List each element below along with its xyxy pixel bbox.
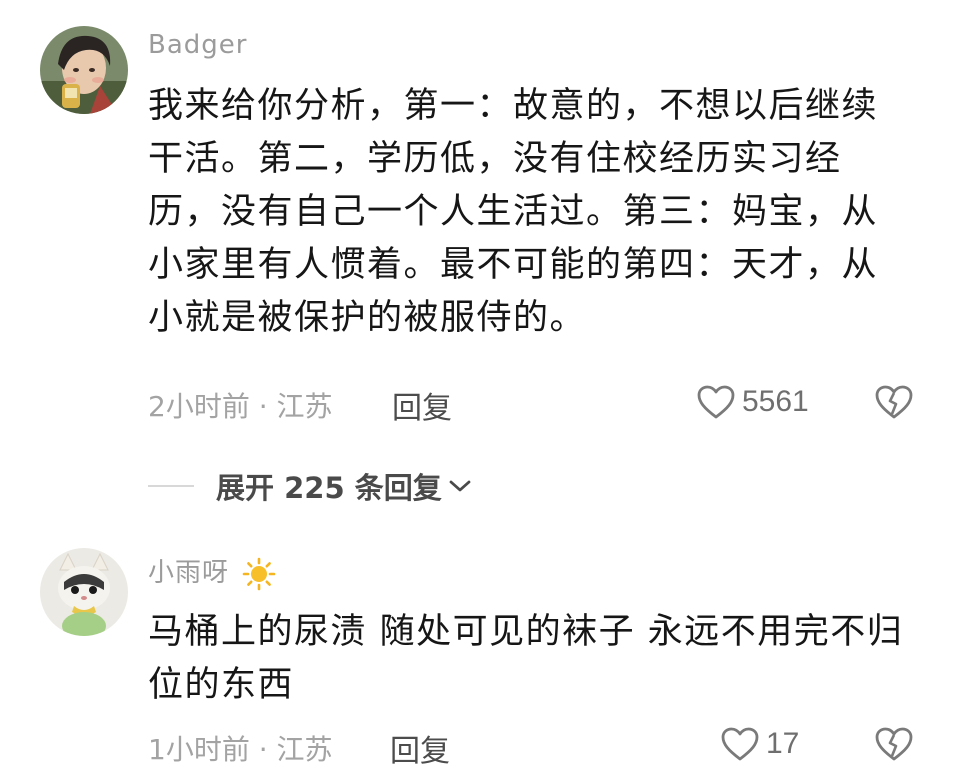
sun-icon <box>242 557 276 590</box>
username[interactable]: Badger <box>148 30 247 60</box>
username-text: 小雨呀 <box>148 558 230 588</box>
expand-replies-label: 展开 225 条回复 <box>216 471 442 505</box>
chevron-down-icon <box>449 480 471 492</box>
like-button[interactable]: 17 <box>720 722 799 766</box>
reply-button[interactable]: 回复 <box>392 383 452 427</box>
like-count: 5561 <box>742 385 809 418</box>
reply-button[interactable]: 回复 <box>390 726 450 770</box>
username[interactable]: 小雨呀 <box>148 552 276 591</box>
comment-item: 小雨呀 马桶上的尿渍 随处可见的袜子 永远不用完不归位的东西 1小时前 · 江苏… <box>0 530 954 769</box>
avatar[interactable] <box>40 26 128 114</box>
comment-meta: 2小时前 · 江苏 <box>148 390 333 423</box>
divider <box>148 485 194 487</box>
like-count: 17 <box>766 727 800 760</box>
comment-meta: 1小时前 · 江苏 <box>148 733 333 766</box>
expand-replies-row: 展开 225 条回复 <box>148 466 472 506</box>
like-button[interactable]: 5561 <box>696 380 809 424</box>
avatar[interactable] <box>40 548 128 636</box>
expand-replies-button[interactable]: 展开 225 条回复 <box>216 465 472 507</box>
heart-outline-icon <box>697 385 735 419</box>
comment-text: 我来给你分析，第一：故意的，不想以后继续干活。第二，学历低，没有住校经历实习经历… <box>148 86 879 338</box>
broken-heart-icon[interactable] <box>874 384 914 420</box>
comment-item: Badger 我来给你分析，第一：故意的，不想以后继续干活。第二，学历低，没有住… <box>0 0 954 470</box>
comment-text: 马桶上的尿渍 随处可见的袜子 永远不用完不归位的东西 <box>148 612 904 705</box>
